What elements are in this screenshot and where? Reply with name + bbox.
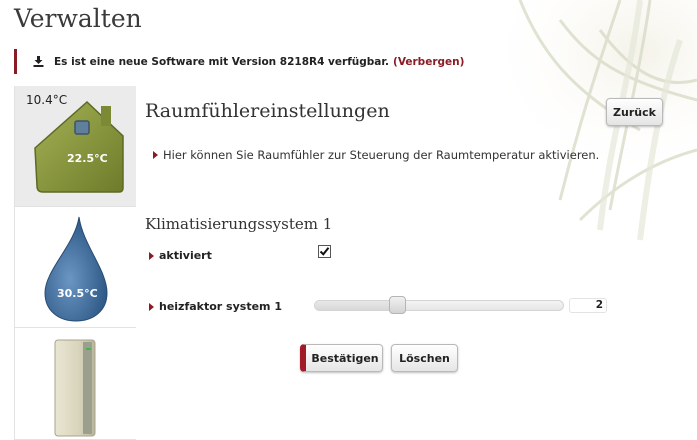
bullet-arrow-icon (153, 151, 158, 159)
activated-label-text: aktiviert (159, 249, 212, 262)
checkmark-icon (319, 247, 330, 256)
heizfaktor-label-text: heizfaktor system 1 (159, 300, 282, 313)
heizfaktor-label: heizfaktor system 1 (149, 300, 282, 313)
section-title: Raumfühlereinstellungen (145, 100, 390, 122)
sidebar-tile-hot-water[interactable]: 30.5°C (15, 207, 136, 328)
software-update-notice: Es ist eine neue Software mit Version 82… (14, 49, 514, 74)
sidebar: 10.4°C 22.5°C 30.5°C (14, 86, 136, 440)
heizfaktor-slider-fill (315, 301, 399, 310)
sidebar-tile-water-heater[interactable] (15, 328, 136, 440)
sidebar-tile-house[interactable]: 10.4°C 22.5°C (15, 86, 136, 207)
climate-system-title: Klimatisierungssystem 1 (145, 215, 333, 233)
hot-water-temperature: 30.5°C (57, 287, 98, 300)
info-text: Hier können Sie Raumfühler zur Steuerung… (153, 148, 599, 162)
activated-checkbox[interactable] (318, 245, 331, 258)
heizfaktor-value[interactable]: 2 (569, 298, 607, 313)
heizfaktor-slider-track[interactable] (314, 300, 564, 311)
notice-text: Es ist eine neue Software mit Version 82… (54, 55, 390, 68)
hide-notice-link[interactable]: (Verbergen) (393, 56, 464, 68)
room-temperature: 22.5°C (67, 152, 108, 165)
water-heater-icon (54, 339, 96, 437)
outside-temperature: 10.4°C (26, 93, 68, 107)
back-button[interactable]: Zurück (606, 98, 663, 126)
activated-label: aktiviert (149, 249, 212, 262)
clear-button[interactable]: Löschen (391, 344, 458, 372)
confirm-button[interactable]: Bestätigen (300, 344, 383, 372)
page-title: Verwalten (14, 4, 142, 33)
info-text-label: Hier können Sie Raumfühler zur Steuerung… (163, 148, 600, 162)
heizfaktor-slider-handle[interactable] (389, 296, 406, 314)
download-icon (33, 56, 44, 67)
house-icon (34, 100, 124, 193)
water-drop-icon (44, 216, 108, 322)
bullet-arrow-icon (149, 251, 154, 260)
bullet-arrow-icon (149, 302, 154, 311)
